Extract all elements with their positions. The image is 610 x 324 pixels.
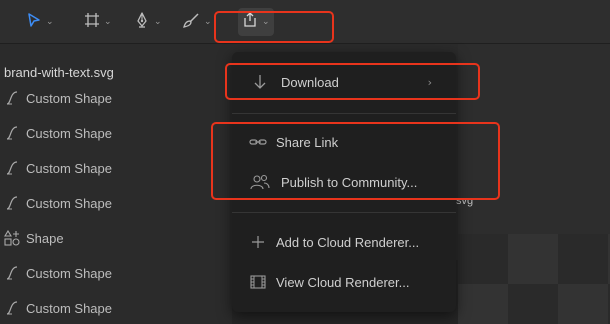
chevron-down-icon: ⌄	[104, 17, 112, 27]
layer-label: Custom Shape	[26, 125, 112, 141]
path-icon	[4, 90, 20, 106]
export-tool-button[interactable]: ⌄	[238, 8, 274, 36]
chevron-down-icon: ⌄	[204, 17, 212, 27]
path-icon	[4, 300, 20, 316]
pointer-tool-button[interactable]: ⌄	[22, 8, 58, 36]
download-label: Download	[281, 74, 339, 90]
community-icon	[250, 172, 270, 192]
link-icon	[248, 132, 268, 152]
path-icon	[4, 195, 20, 211]
layer-row[interactable]: Custom Shape	[0, 262, 112, 284]
layer-row[interactable]: Shape	[0, 227, 64, 249]
layer-label: Custom Shape	[26, 160, 112, 176]
export-menu: Download › Share Link Publish to Communi…	[232, 52, 456, 312]
path-icon	[4, 125, 20, 141]
layer-row[interactable]: Custom Shape	[0, 157, 112, 179]
layers-panel: brand-with-text.svg Custom Shape Custom …	[0, 45, 232, 324]
pen-tool-button[interactable]: ⌄	[130, 8, 166, 36]
chevron-down-icon: ⌄	[46, 17, 54, 27]
shapes-icon	[4, 230, 20, 246]
canvas-file-label: svg	[456, 195, 474, 207]
frame-icon	[84, 12, 100, 33]
transparency-checkerboard	[458, 234, 610, 324]
layer-label: Custom Shape	[26, 195, 112, 211]
layer-label: Shape	[26, 230, 64, 246]
layer-row[interactable]: Custom Shape	[0, 122, 112, 144]
chevron-right-icon: ›	[427, 75, 432, 89]
plus-icon	[248, 232, 268, 252]
publish-label: Publish to Community...	[281, 174, 418, 190]
layer-label: Custom Shape	[26, 90, 112, 106]
export-icon	[242, 11, 258, 33]
publish-menu-item[interactable]: Publish to Community...	[232, 168, 456, 196]
share-link-menu-item[interactable]: Share Link	[232, 128, 456, 156]
film-icon	[248, 272, 268, 292]
layer-row[interactable]: Custom Shape	[0, 297, 112, 319]
view-cloud-renderer-menu-item[interactable]: View Cloud Renderer...	[232, 268, 456, 296]
path-icon	[4, 160, 20, 176]
brush-icon	[182, 12, 200, 33]
layer-label: Custom Shape	[26, 300, 112, 316]
share-link-label: Share Link	[276, 134, 339, 150]
menu-separator	[232, 212, 456, 213]
brush-tool-button[interactable]: ⌄	[178, 8, 216, 36]
frame-tool-button[interactable]: ⌄	[80, 8, 116, 36]
path-icon	[4, 265, 20, 281]
file-name: brand-with-text.svg	[4, 65, 114, 80]
menu-separator	[232, 113, 456, 114]
layer-row[interactable]: Custom Shape	[0, 87, 112, 109]
pointer-icon	[26, 12, 42, 33]
layer-row[interactable]: Custom Shape	[0, 192, 112, 214]
layer-label: Custom Shape	[26, 265, 112, 281]
add-cloud-renderer-menu-item[interactable]: Add to Cloud Renderer...	[232, 228, 456, 256]
view-cloud-renderer-label: View Cloud Renderer...	[276, 274, 410, 290]
download-icon	[250, 72, 270, 92]
top-toolbar: ⌄ ⌄ ⌄ ⌄ ⌄	[0, 0, 610, 44]
download-menu-item[interactable]: Download ›	[232, 68, 456, 96]
chevron-down-icon: ⌄	[262, 17, 270, 27]
chevron-down-icon: ⌄	[154, 17, 162, 27]
pen-icon	[134, 11, 150, 33]
add-cloud-renderer-label: Add to Cloud Renderer...	[276, 234, 420, 250]
